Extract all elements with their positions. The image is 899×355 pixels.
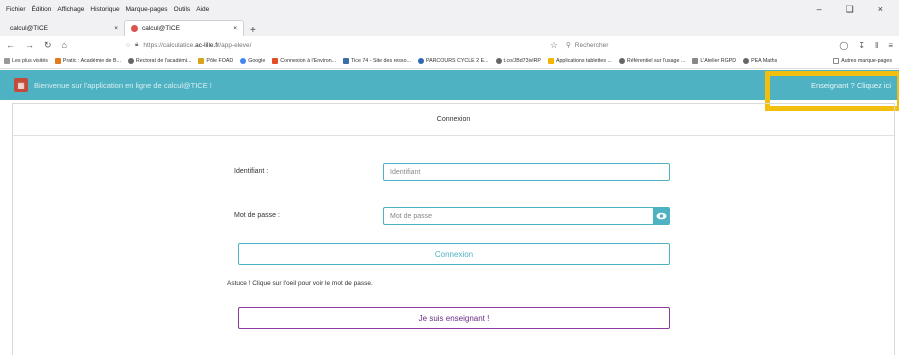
bookmark-label: Google (248, 58, 266, 64)
welcome-text: Bienvenue sur l'application en ligne de … (34, 80, 212, 90)
bookmark-item[interactable]: PARCOURS CYCLE 2 E... (417, 58, 489, 64)
bookmark-favicon-icon (692, 58, 699, 64)
bookmark-label: Pratic : Académie de B... (62, 58, 121, 64)
bookmark-item[interactable]: Pôle FOAD (198, 58, 233, 64)
bookmark-item[interactable]: PEA Maths (743, 58, 777, 64)
search-box[interactable]: ⚲ Rechercher (566, 41, 746, 50)
app-logo-icon: ▦ (14, 78, 28, 92)
library-icon[interactable]: ‖ (875, 41, 878, 50)
bookmark-favicon-icon (417, 58, 424, 64)
google-icon (240, 58, 247, 64)
bookmark-label: Connexion à l'Environ... (280, 58, 337, 64)
tab-bar: calcul@TICE × calcul@TICE × + (0, 18, 899, 36)
eye-icon[interactable] (653, 207, 670, 225)
window-controls: – ❏ × (817, 4, 899, 15)
globe-icon (618, 58, 625, 64)
gear-icon (4, 58, 10, 64)
password-input[interactable]: Mot de passe (383, 207, 654, 225)
new-tab-icon[interactable]: + (250, 25, 256, 36)
menu-historique[interactable]: Historique (90, 6, 119, 13)
url-domain: ac-lille.fr (195, 41, 220, 49)
bookmark-label: Applications tablettes ... (555, 58, 612, 64)
bookmark-label: Pôle FOAD (206, 58, 234, 64)
forward-icon[interactable]: → (25, 40, 34, 51)
other-bookmarks[interactable]: Autres marque-pages (833, 58, 892, 64)
teacher-link[interactable]: Enseignant ? Cliquez ici (811, 70, 891, 100)
bookmark-label: Tice 74 - Site des resso... (351, 58, 411, 64)
bookmark-item[interactable]: Tice 74 - Site des resso... (343, 58, 411, 64)
bookmark-item[interactable]: Référentiel sur l'usage ... (618, 58, 686, 64)
bookmark-label: PEA Maths (751, 58, 778, 64)
minimize-icon[interactable]: – (817, 4, 822, 15)
bookmark-favicon-icon (272, 58, 279, 64)
globe-icon (743, 58, 750, 64)
folder-icon (833, 58, 840, 64)
menu-aide[interactable]: Aide (196, 6, 209, 13)
connexion-button[interactable]: Connexion (238, 243, 670, 265)
close-window-icon[interactable]: × (878, 4, 883, 15)
globe-icon (127, 58, 134, 64)
download-icon[interactable]: ↧ (858, 41, 865, 50)
bookmark-favicon-icon (54, 58, 61, 64)
bookmark-label: L'Atelier RGPD (700, 58, 737, 64)
menu-bar: Fichier Édition Affichage Historique Mar… (0, 0, 899, 18)
bookmark-favicon-icon (343, 58, 350, 64)
pocket-icon[interactable]: ◯ (839, 41, 848, 50)
identifiant-input[interactable]: Identifiant (383, 163, 670, 181)
bookmark-favicon-icon (547, 58, 554, 64)
search-placeholder: Rechercher (574, 41, 609, 49)
url-prefix: https://calculatice. (143, 41, 196, 49)
bookmark-label: Les plus visités (12, 58, 48, 64)
hamburger-menu-icon[interactable]: ≡ (888, 41, 893, 50)
bookmark-item[interactable]: Les plus visités (4, 58, 48, 64)
identifiant-label: Identifiant : (234, 168, 269, 175)
tab-1[interactable]: calcul@TICE × (4, 20, 124, 36)
teacher-button[interactable]: Je suis enseignant ! (238, 307, 670, 329)
tab-label: calcul@TICE (10, 24, 49, 32)
bookmark-item[interactable]: Google (240, 58, 265, 64)
bookmark-favicon-icon (198, 58, 205, 64)
bookmark-label: t.co/JBd73ivlRP (503, 58, 541, 64)
bookmark-star-icon[interactable]: ☆ (550, 40, 558, 51)
menu-marque-pages[interactable]: Marque-pages (126, 6, 168, 13)
app-header: ▦ Bienvenue sur l'application en ligne d… (0, 70, 899, 100)
bookmark-item[interactable]: t.co/JBd73ivlRP (495, 58, 541, 64)
search-icon: ⚲ (566, 42, 571, 49)
password-label: Mot de passe : (234, 212, 280, 219)
nav-bar: ← → ↻ ⌂ ○ 🔒︎ https://calculatice.ac-lill… (0, 36, 899, 54)
home-icon[interactable]: ⌂ (62, 40, 67, 51)
bookmarks-bar: Les plus visités Pratic : Académie de B.… (0, 54, 899, 69)
url-bar[interactable]: ○ 🔒︎ https://calculatice.ac-lille.fr/app… (126, 40, 566, 51)
maximize-icon[interactable]: ❏ (846, 4, 854, 15)
bookmark-item[interactable]: L'Atelier RGPD (692, 58, 736, 64)
url-path: /app-eleve/ (219, 41, 252, 49)
panel-title: Connexion (13, 104, 894, 136)
menu-edition[interactable]: Édition (32, 6, 52, 13)
tab-label: calcul@TICE (142, 25, 181, 32)
lock-icon[interactable]: 🔒︎ (135, 41, 138, 49)
bookmark-label: Rectorat de l'académi... (135, 58, 192, 64)
bookmark-item[interactable]: Rectorat de l'académi... (127, 58, 192, 64)
shield-icon[interactable]: ○ (126, 42, 130, 49)
tab-2-active[interactable]: calcul@TICE × (124, 20, 244, 36)
bookmark-label: PARCOURS CYCLE 2 E... (425, 58, 489, 64)
bookmark-label: Référentiel sur l'usage ... (626, 58, 686, 64)
bookmark-item[interactable]: Connexion à l'Environ... (272, 58, 336, 64)
bookmark-item[interactable]: Pratic : Académie de B... (54, 58, 121, 64)
bookmark-label: Autres marque-pages (841, 58, 892, 64)
globe-icon (495, 58, 502, 64)
site-favicon-icon (131, 25, 138, 32)
menu-fichier[interactable]: Fichier (6, 6, 26, 13)
close-tab-icon[interactable]: × (114, 25, 118, 32)
menu-outils[interactable]: Outils (174, 6, 191, 13)
reload-icon[interactable]: ↻ (44, 40, 52, 51)
password-tip: Astuce ! Clique sur l'oeil pour voir le … (227, 280, 373, 287)
bookmark-item[interactable]: Applications tablettes ... (547, 58, 612, 64)
menu-affichage[interactable]: Affichage (57, 6, 84, 13)
back-icon[interactable]: ← (6, 40, 15, 51)
close-tab-icon[interactable]: × (233, 25, 237, 32)
